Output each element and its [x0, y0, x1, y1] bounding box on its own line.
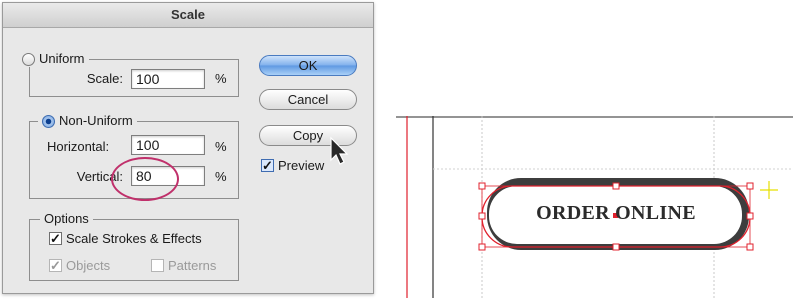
patterns-checkbox[interactable]	[151, 259, 164, 272]
uniform-radio[interactable]: Uniform	[18, 51, 89, 67]
objects-label: Objects	[66, 258, 111, 273]
preview-checkbox-row[interactable]: ✓ Preview	[261, 158, 324, 173]
mouse-pointer-icon	[330, 136, 349, 165]
scale-dialog: Scale Uniform Scale: 100 % Non-Uniform H…	[2, 2, 374, 294]
handle-top-middle	[612, 182, 620, 190]
handle-bottom-middle	[612, 243, 620, 251]
scale-strokes-label: Scale Strokes & Effects	[66, 231, 202, 246]
handle-top-left	[478, 182, 486, 190]
scale-percent-unit: %	[215, 71, 227, 86]
scale-label: Scale:	[86, 71, 123, 86]
ok-button[interactable]: OK	[259, 55, 357, 76]
artboard-canvas[interactable]: ORDER ONLINE	[396, 116, 793, 298]
objects-checkbox[interactable]: ✓	[49, 259, 62, 272]
horizontal-percent-unit: %	[215, 139, 227, 154]
options-legend: Options	[40, 211, 93, 227]
vertical-percent-unit: %	[215, 169, 227, 184]
horizontal-label: Horizontal:	[47, 139, 110, 154]
patterns-checkbox-row[interactable]: Patterns	[151, 258, 216, 273]
vertical-highlight-circle	[111, 157, 179, 201]
uniform-radio-icon[interactable]	[22, 52, 35, 66]
patterns-label: Patterns	[168, 258, 217, 273]
objects-checkbox-row[interactable]: ✓ Objects	[49, 258, 110, 273]
scale-strokes-checkbox[interactable]: ✓	[49, 232, 62, 245]
uniform-label: Uniform	[39, 51, 85, 66]
non-uniform-radio[interactable]: Non-Uniform	[38, 113, 137, 129]
horizontal-input[interactable]: 100	[131, 135, 205, 155]
dialog-title: Scale	[3, 3, 373, 28]
preview-checkbox[interactable]: ✓	[261, 159, 274, 172]
handle-bottom-left	[478, 243, 486, 251]
non-uniform-label: Non-Uniform	[59, 113, 133, 128]
crosshair-icon	[760, 181, 778, 199]
handle-top-right	[746, 182, 754, 190]
non-uniform-radio-icon[interactable]	[42, 114, 55, 128]
preview-label: Preview	[278, 158, 325, 173]
scale-strokes-checkbox-row[interactable]: ✓ Scale Strokes & Effects	[49, 231, 202, 246]
cancel-button[interactable]: Cancel	[259, 89, 357, 110]
artwork-text: ORDER ONLINE	[536, 202, 696, 224]
scale-input[interactable]: 100	[131, 69, 205, 89]
handle-bottom-right	[746, 243, 754, 251]
